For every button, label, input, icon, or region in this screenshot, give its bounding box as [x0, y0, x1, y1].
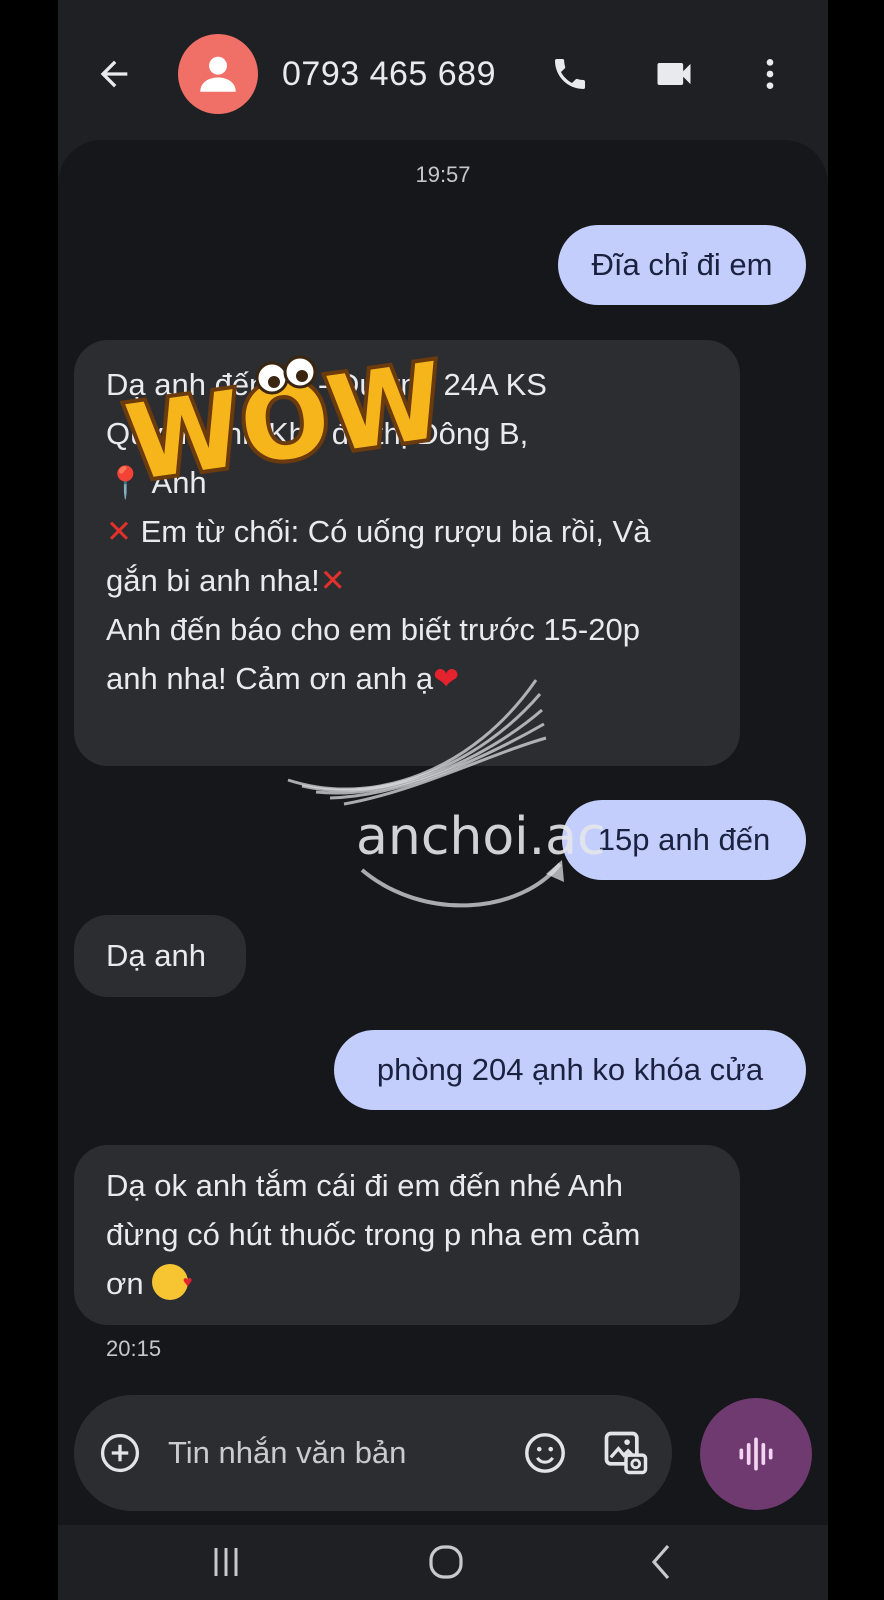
voice-wave-icon [739, 1437, 773, 1471]
message-line: Dạ ok anh tắm cái đi em đến nhé Anh [106, 1168, 623, 1203]
recents-button[interactable] [196, 1537, 256, 1587]
recents-icon [214, 1548, 238, 1576]
home-icon [429, 1545, 463, 1579]
contact-number[interactable]: 0793 465 689 [282, 50, 496, 98]
watermark-text: anchoi.ac [356, 807, 606, 867]
arrow-left-icon [100, 60, 128, 88]
kiss-emoji-icon [152, 1258, 192, 1307]
incoming-message[interactable]: Dạ anh [74, 915, 246, 997]
system-navigation-bar [58, 1525, 828, 1600]
outgoing-message[interactable]: phòng 204 ạnh ko khóa cửa [334, 1030, 806, 1110]
message-line: Anh đến báo cho em biết trước 15-20p [106, 612, 640, 647]
timestamp: 19:57 [415, 162, 471, 187]
person-icon [200, 56, 236, 92]
message-line: đừng có hút thuốc trong p nha em cảm [106, 1217, 641, 1252]
timestamp: 20:15 [106, 1336, 162, 1361]
messages-screen: 0793 465 689 19:57 Đĩa chỉ đi em Dạ anh … [58, 0, 828, 1600]
message-text: phòng 204 ạnh ko khóa cửa [376, 1052, 764, 1087]
home-button[interactable] [416, 1537, 476, 1587]
more-options-button[interactable] [746, 50, 794, 98]
incoming-message[interactable]: Dạ ok anh tắm cái đi em đến nhé Anh đừng… [74, 1145, 740, 1325]
back-button[interactable] [92, 52, 136, 96]
video-camera-icon [657, 63, 691, 85]
compose-bar [74, 1395, 672, 1511]
more-vert-icon [766, 59, 774, 89]
message-text: Đĩa chỉ đi em [591, 247, 773, 282]
cross-mark-icon: ✕ [319, 563, 346, 598]
add-circle-icon[interactable] [98, 1431, 142, 1475]
emoji-icon[interactable] [522, 1430, 568, 1476]
cross-mark-icon: ✕ [106, 514, 132, 549]
call-button[interactable] [546, 50, 594, 98]
message-line: Em từ chối: Có uống rượu bia rồi, Và [140, 514, 651, 549]
wow-text: WOW [119, 339, 451, 500]
message-line: gắn bi anh nha! [106, 563, 320, 598]
contact-avatar[interactable] [178, 34, 258, 114]
video-call-button[interactable] [650, 50, 698, 98]
nav-back-icon [651, 1544, 670, 1580]
watermark-logo: anchoi.ac [287, 679, 606, 908]
conversation-header: 0793 465 689 [58, 0, 828, 140]
nav-back-button[interactable] [630, 1537, 690, 1587]
message-line: ơn [106, 1266, 144, 1301]
message-input[interactable] [168, 1425, 498, 1481]
voice-message-button[interactable] [700, 1398, 812, 1510]
wow-sticker: WOW [115, 335, 455, 500]
phone-icon [555, 59, 585, 89]
message-text: Dạ anh [106, 938, 206, 973]
gallery-icon[interactable] [600, 1427, 652, 1479]
outgoing-message[interactable]: Đĩa chỉ đi em [558, 225, 806, 305]
